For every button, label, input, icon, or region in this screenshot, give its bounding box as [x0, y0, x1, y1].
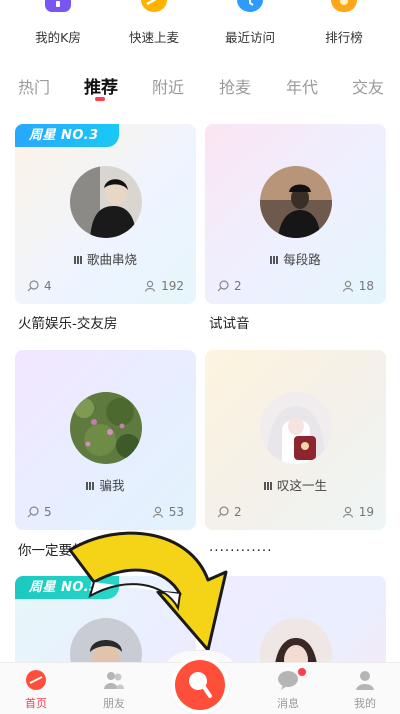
nav-home[interactable]: 首页: [6, 669, 66, 711]
my-room-icon: [45, 0, 71, 12]
active-tab-indicator: [95, 97, 105, 101]
room-song: 骗我: [15, 475, 196, 494]
comment-count: 4: [27, 279, 52, 293]
room-avatar: [260, 166, 332, 238]
sound-bars-icon: [270, 256, 279, 264]
listener-count-value: 192: [161, 279, 184, 293]
tab-hot[interactable]: 热门: [18, 74, 50, 98]
comment-icon: [27, 280, 39, 292]
sing-mic-icon: [189, 672, 212, 698]
home-icon: [25, 669, 47, 691]
nav-label: 我的: [354, 697, 376, 710]
tab-era[interactable]: 年代: [286, 74, 318, 98]
sing-button[interactable]: [175, 660, 225, 710]
sound-bars-icon: [263, 482, 272, 490]
user-icon: [342, 506, 353, 518]
friends-icon: [103, 669, 125, 691]
unread-dot: [298, 668, 306, 676]
listener-count: 18: [342, 279, 374, 293]
room-avatar: [260, 392, 332, 464]
user-icon: [342, 280, 353, 292]
profile-icon: [354, 669, 376, 691]
nav-messages[interactable]: 消息: [258, 669, 318, 711]
nav-label: 消息: [277, 697, 299, 710]
ranking-trophy-icon: [331, 0, 357, 12]
quick-action-label: 排行榜: [325, 30, 363, 45]
sound-bars-icon: [73, 256, 82, 264]
listener-count: 19: [342, 505, 374, 519]
nav-friends[interactable]: 朋友: [84, 669, 144, 711]
listener-count: 192: [144, 279, 184, 293]
listener-count-value: 19: [358, 505, 374, 519]
weekly-star-badge: 周星 NO.3: [15, 124, 119, 147]
room-card[interactable]: 骗我 5 53: [15, 350, 196, 530]
room-avatar: [70, 392, 142, 464]
quick-action-label: 我的K房: [35, 30, 81, 45]
comment-count-value: 2: [234, 279, 242, 293]
nav-profile[interactable]: 我的: [335, 669, 395, 711]
tab-recommended[interactable]: 推荐: [84, 73, 118, 98]
comment-icon: [217, 280, 229, 292]
comment-icon: [27, 506, 39, 518]
category-tabs: 热门 推荐 附近 抢麦 年代 交友: [0, 62, 400, 108]
comment-count: 2: [217, 279, 242, 293]
user-icon: [144, 280, 156, 292]
room-card[interactable]: 叹这一生 2 19: [205, 350, 386, 530]
tab-nearby[interactable]: 附近: [152, 74, 184, 98]
nav-label: 朋友: [103, 697, 125, 710]
quick-action-label: 快速上麦: [128, 30, 179, 45]
song-name: 叹这一生: [276, 478, 327, 493]
room-avatar: [70, 166, 142, 238]
quick-mic-icon: [141, 0, 167, 12]
sound-bars-icon: [86, 482, 95, 490]
song-name: 歌曲串烧: [86, 252, 137, 267]
room-title[interactable]: 火箭娱乐-交友房: [18, 312, 117, 332]
room-song: 每段路: [205, 249, 386, 268]
tab-dating[interactable]: 交友: [352, 74, 384, 98]
song-name: 骗我: [99, 478, 125, 493]
annotation-arrow-icon: [68, 531, 228, 652]
nav-label: 首页: [25, 697, 47, 710]
message-icon: [277, 669, 299, 691]
room-title[interactable]: 试试音: [209, 312, 250, 332]
song-name: 每段路: [283, 252, 321, 267]
room-card[interactable]: 每段路 2 18: [205, 124, 386, 304]
room-card[interactable]: 周星 NO.3 歌曲串烧 4 192: [15, 124, 196, 304]
listener-count-value: 18: [358, 279, 374, 293]
room-song: 歌曲串烧: [15, 249, 196, 268]
quick-actions: 我的K房 快速上麦 最近访问 排行榜: [0, 0, 400, 56]
recent-visit-icon: [237, 0, 263, 12]
quick-action-label: 最近访问: [224, 30, 275, 45]
tab-grab-mic[interactable]: 抢麦: [219, 74, 251, 98]
room-song: 叹这一生: [205, 475, 386, 494]
comment-count-value: 4: [44, 279, 52, 293]
